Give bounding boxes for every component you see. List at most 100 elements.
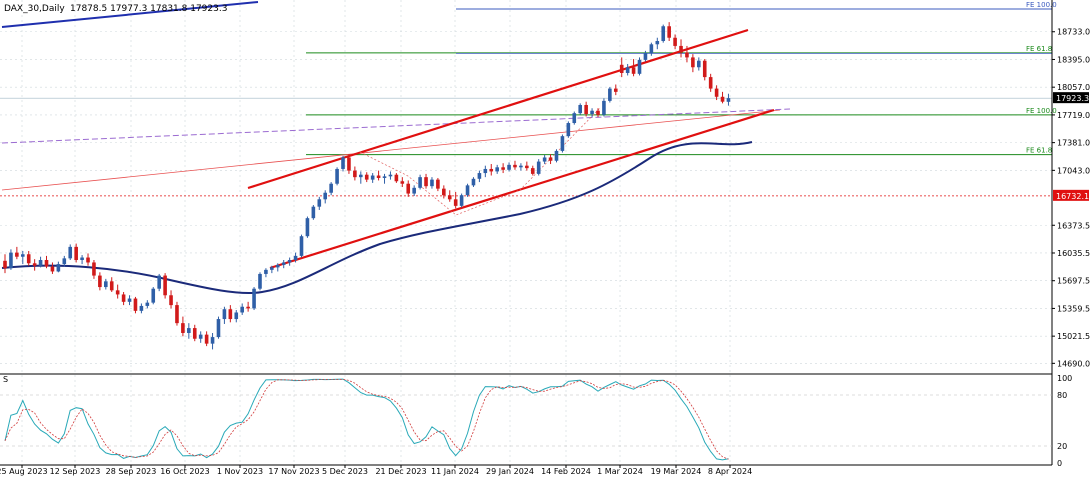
candle-body [270,267,274,270]
osc-tick-label: 20 [1057,442,1067,451]
candle-body [619,64,624,73]
candle-body [234,312,239,320]
candle-body [513,164,517,168]
candle-body [382,176,387,178]
red-price-label: 16732.1 [1056,192,1089,201]
candle-body [649,44,654,54]
price-tick-label: 15021.5 [1057,332,1090,341]
candle-body [323,192,328,200]
ohlc-label: 17878.5 17977.3 17831.8 17923.3 [70,4,227,14]
candle-body [714,88,719,97]
candle-body [311,206,316,219]
candle-body [275,264,280,268]
candle-body [412,187,416,194]
candle-body [216,319,221,338]
symbol-label: DAX_30,Daily [4,4,65,14]
candle-body [240,306,244,313]
candle-body [74,246,78,260]
candle-body [353,170,357,178]
candle-body [566,123,571,137]
candle-body [9,252,13,269]
chart-window: FE 100.0 FE 61.8 FE 100.0 FE 61.8 18733.0 18… [0,0,1090,478]
candle-body [26,254,31,264]
candle-body [109,281,114,291]
fib-level-label: FE 61.8 [1026,45,1052,53]
candle-body [536,161,541,174]
candle-body [198,334,203,339]
candle-body [525,165,529,169]
candle-body [679,45,683,53]
candle-body [519,165,523,168]
candle-body [335,168,339,184]
candle-body [287,259,292,263]
candle-body [80,257,84,260]
candle-body [192,328,197,339]
candle-body [667,26,671,38]
current-price-label: 17923.3 [1056,94,1089,103]
candle-body [572,113,577,124]
candle-body [602,100,606,115]
candle-body [691,57,695,68]
candle-body [376,175,381,178]
osc-tick-label: 100 [1057,374,1072,383]
osc-tick-label: 0 [1057,459,1062,468]
candle-body [465,185,470,196]
candle-body [293,255,298,260]
candle-body [56,264,61,272]
osc-tick-label: 80 [1057,391,1067,400]
candle-body [489,168,494,172]
candle-body [637,59,642,74]
candle-body [400,181,405,184]
candle-body [477,173,482,179]
candle-body [115,290,120,295]
candle-body [258,273,262,289]
candle-body [471,178,476,186]
candle-body [548,157,553,161]
candle-body [32,263,37,266]
candle-body [459,195,464,206]
candle-body [15,252,19,257]
candle-body [625,67,630,73]
price-tick-label: 16035.5 [1057,249,1090,258]
candle-body [430,179,434,187]
time-tick-label: 8 Apr 2024 [708,467,752,476]
candle-body [359,174,363,178]
price-tick-label: 18733.0 [1057,28,1090,37]
candle-body [406,183,411,194]
candle-body [62,258,67,265]
price-tick-label: 15359.5 [1057,304,1090,313]
candle-body [145,302,150,306]
price-tick-label: 17719.0 [1057,111,1090,120]
candle-body [560,136,565,151]
candle-body [210,337,215,344]
candle-body [584,104,588,115]
price-tick-label: 17043.0 [1057,166,1090,175]
price-tick-label: 18395.0 [1057,55,1090,64]
candle-body [3,260,7,269]
price-tick-label: 14690.0 [1057,359,1090,368]
candle-body [643,53,648,60]
candle-body [370,175,375,180]
moving-average-line [1,141,753,295]
candle-body [68,246,73,259]
time-tick-label: 21 Dec 2023 [375,467,426,476]
channel-lower-line [269,108,775,270]
time-tick-label: 5 Dec 2023 [322,467,368,476]
overlay-lines: FE 100.0FE 61.8FE 100.0FE 61.8 [0,1,1057,295]
candle-body [453,199,458,206]
oscillator-label: S [3,375,8,384]
candle-body [264,269,268,274]
candle-body [631,67,636,74]
price-chart[interactable]: FE 100.0FE 61.8FE 100.0FE 61.8 18733.0 18… [0,0,1090,478]
candle-body [127,298,132,302]
candle-body [596,110,600,115]
candle-body [20,254,25,257]
candle-body [341,157,345,169]
candles [3,22,731,350]
candle-body [228,309,233,320]
candle-body [590,110,594,115]
candle-body [92,262,96,276]
candle-body [442,188,446,196]
time-tick-label: 25 Aug 2023 [0,467,48,476]
fib-level-label: FE 61.8 [1026,147,1052,155]
